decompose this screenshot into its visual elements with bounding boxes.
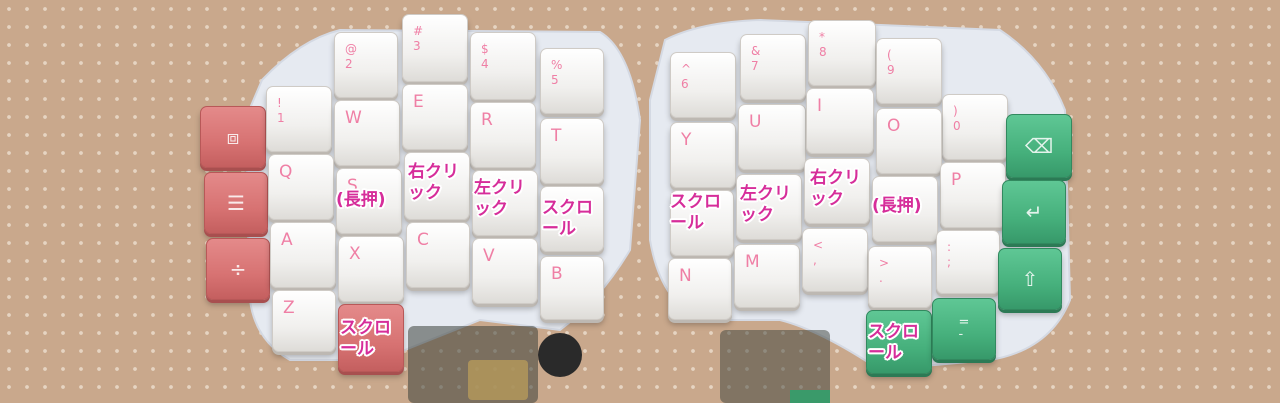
key-legend: > . (879, 256, 890, 285)
key-legend: U (749, 112, 762, 132)
green-mod-key-enter[interactable]: ↵ (1002, 180, 1066, 244)
key-legend: ( 9 (887, 48, 895, 77)
right-case (649, 18, 1072, 403)
key-comma[interactable]: < , (802, 228, 868, 292)
key-o[interactable]: O (876, 108, 942, 174)
key-period[interactable]: > . (868, 246, 932, 308)
key-legend: ^ 6 (681, 62, 692, 91)
key-8[interactable]: * 8 (808, 20, 876, 86)
key-i[interactable]: I (806, 88, 874, 154)
key-legend: P (951, 170, 962, 190)
key-legend: I (817, 96, 823, 116)
key-9[interactable]: ( 9 (876, 38, 942, 104)
key-semicolon[interactable]: : ; (936, 230, 1000, 294)
green-mod-key-shift[interactable]: ⇧ (998, 248, 1062, 310)
key-y[interactable]: Y (670, 122, 736, 188)
green-mod-key-backspace[interactable]: ⌫ (1006, 114, 1072, 178)
key-p[interactable]: P (940, 162, 1006, 228)
green-mod-key-equals[interactable]: = - (932, 298, 996, 360)
key-6[interactable]: ^ 6 (670, 52, 736, 118)
annotation-long-press-right: (長押) (872, 196, 922, 216)
key-legend: : ; (947, 240, 952, 269)
key-n[interactable]: N (668, 258, 732, 320)
key-0[interactable]: ) 0 (942, 94, 1008, 160)
keyboard-photo: ⧈ ☰ ÷ @ 2 # 3 $ 4 % 5 ! 1 W E R T Q S A … (0, 0, 1280, 403)
backspace-icon: ⌫ (1024, 134, 1054, 158)
annotation-left-click-right: 左クリ ック (740, 184, 791, 225)
right-keyboard-half: ^ 6 & 7 * 8 ( 9 ) 0 Y U I O P : ; N M < … (0, 0, 1280, 403)
key-legend: * 8 (819, 30, 827, 59)
key-legend: & 7 (751, 44, 761, 73)
key-legend: < , (813, 238, 824, 267)
key-legend: N (679, 266, 692, 286)
key-legend: O (887, 116, 901, 136)
shift-icon: ⇧ (1021, 267, 1039, 291)
annotation-scroll-right: スクロ ール (670, 192, 721, 233)
annotation-scroll-right-thumb: スクロ ール (868, 322, 919, 363)
enter-icon: ↵ (1025, 200, 1043, 224)
key-legend: ) 0 (953, 104, 961, 133)
equals-icon: = - (958, 315, 970, 342)
key-m[interactable]: M (734, 244, 800, 308)
key-legend: M (745, 252, 760, 272)
key-legend: Y (681, 130, 692, 150)
annotation-right-click-right: 右クリ ック (810, 168, 861, 209)
key-u[interactable]: U (738, 104, 806, 170)
key-7[interactable]: & 7 (740, 34, 806, 100)
